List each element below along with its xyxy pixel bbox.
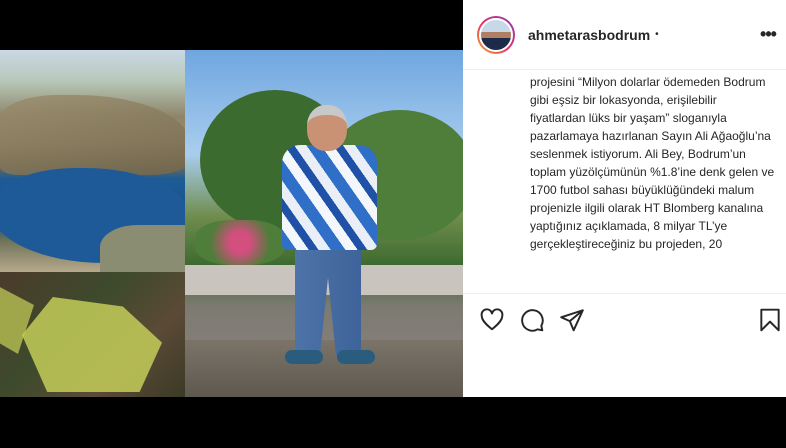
paper-plane-icon[interactable] <box>559 307 585 333</box>
aerial-lake-photo <box>0 50 195 280</box>
land-plot-map <box>0 272 185 397</box>
post-header: ahmetarasbodrum • ••• <box>463 0 786 70</box>
avatar[interactable] <box>477 15 515 54</box>
action-bar <box>463 293 786 343</box>
post-image[interactable] <box>0 50 463 397</box>
username-link[interactable]: ahmetarasbodrum <box>528 27 650 43</box>
post-side-panel: ahmetarasbodrum • ••• projesini “Milyon … <box>463 0 786 397</box>
heart-icon[interactable] <box>479 307 505 333</box>
separator-dot: • <box>655 29 659 40</box>
more-options-icon[interactable]: ••• <box>756 22 780 46</box>
avatar-image <box>479 17 513 52</box>
letterbox-bar <box>0 397 786 448</box>
bookmark-icon[interactable] <box>757 307 783 333</box>
comment-icon[interactable] <box>519 307 545 333</box>
man-garden-photo <box>185 50 463 397</box>
person-figure <box>277 105 387 385</box>
post-caption: projesini “Milyon dolarlar ödemeden Bodr… <box>530 75 775 251</box>
